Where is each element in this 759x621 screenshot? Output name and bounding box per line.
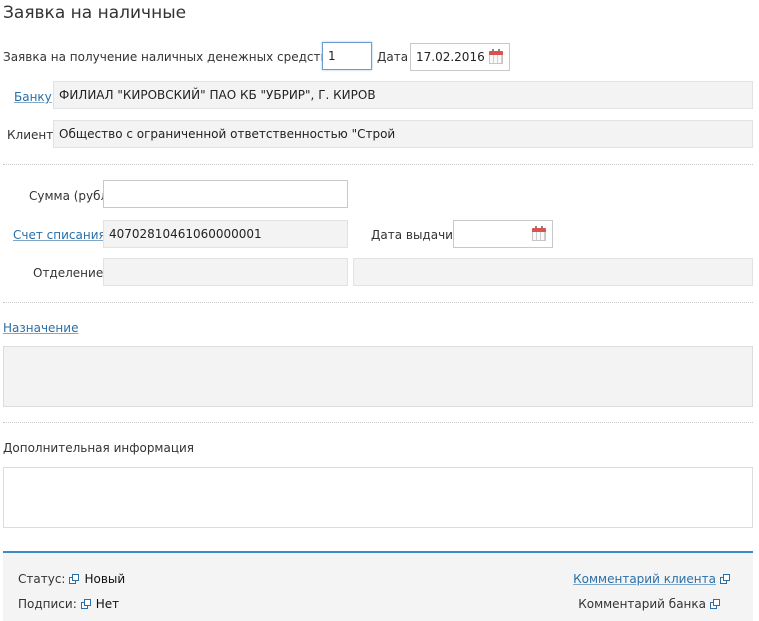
additional-info-label: Дополнительная информация — [3, 441, 195, 455]
separator — [3, 164, 753, 165]
signatures-label: Подписи: — [18, 597, 77, 611]
client-comment-row: Комментарий клиента — [573, 572, 735, 586]
external-link-icon[interactable] — [710, 599, 721, 609]
bank-field: ФИЛИАЛ "КИРОВСКИЙ" ПАО КБ "УБРИР", Г. КИ… — [53, 81, 753, 109]
request-number-label: Заявка на получение наличных денежных ср… — [3, 50, 341, 64]
date-input[interactable]: 17.02.2016 — [410, 43, 510, 71]
account-field: 40702810461060000001 — [103, 220, 348, 248]
department-name-field — [353, 258, 753, 286]
external-link-icon[interactable] — [69, 574, 80, 584]
account-link[interactable]: Счет списания — [13, 228, 106, 242]
status-row: Статус: Новый — [18, 572, 125, 586]
signatures-value: Нет — [95, 597, 120, 611]
bank-comment-label: Комментарий банка — [578, 597, 706, 611]
calendar-icon[interactable] — [489, 49, 503, 64]
request-number-input[interactable]: 1 — [322, 42, 372, 70]
separator — [3, 422, 753, 423]
department-label: Отделение — [33, 266, 104, 280]
signatures-row: Подписи: Нет — [18, 597, 119, 611]
date-label: Дата — [377, 50, 409, 64]
external-link-icon[interactable] — [80, 599, 92, 609]
client-comment-link[interactable]: Комментарий клиента — [573, 572, 716, 586]
client-field: Общество с ограниченной ответственностью… — [53, 120, 753, 148]
client-label: Клиент — [7, 128, 54, 142]
amount-input[interactable] — [103, 180, 348, 208]
status-label: Статус: — [18, 572, 66, 586]
calendar-icon[interactable] — [532, 226, 546, 241]
additional-info-textarea[interactable] — [3, 467, 753, 528]
issue-date-input[interactable] — [453, 220, 553, 248]
bank-link[interactable]: Банку — [14, 90, 52, 104]
date-value: 17.02.2016 — [416, 50, 485, 64]
page-title: Заявка на наличные — [3, 3, 187, 23]
purpose-link[interactable]: Назначение — [3, 321, 78, 335]
bank-comment-row: Комментарий банка — [578, 597, 725, 611]
footer-panel: Статус: Новый Подписи: Нет Комментарий кли… — [3, 551, 753, 621]
issue-date-label: Дата выдачи — [371, 228, 453, 242]
department-code-field — [103, 258, 348, 286]
external-link-icon[interactable] — [720, 574, 731, 584]
separator — [3, 302, 753, 303]
status-value: Новый — [84, 572, 126, 586]
purpose-textarea — [3, 346, 753, 407]
